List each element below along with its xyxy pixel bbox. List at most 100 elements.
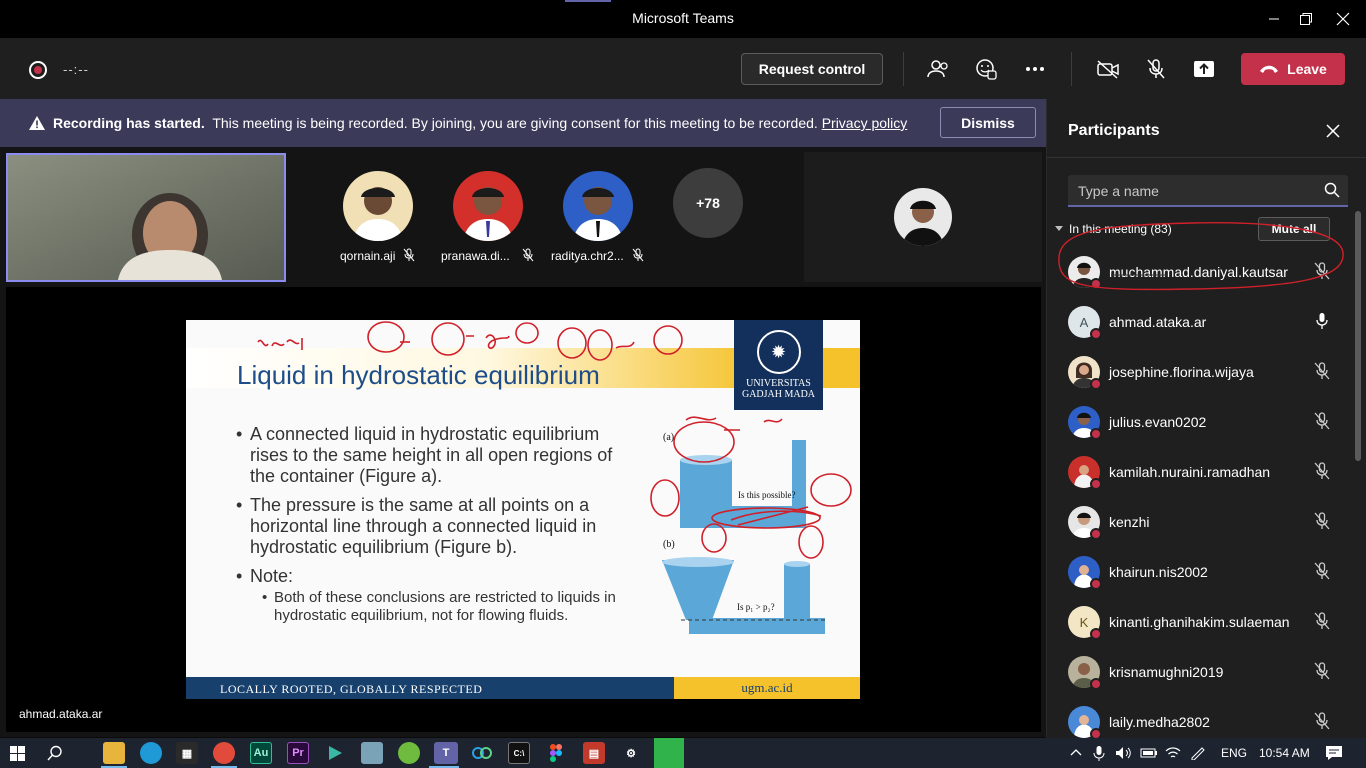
file-explorer-icon[interactable] <box>103 742 125 764</box>
mic-off-icon <box>1314 512 1330 530</box>
people-icon <box>927 60 948 78</box>
participant-search[interactable] <box>1068 175 1348 207</box>
utorrent-icon[interactable] <box>398 742 420 764</box>
participant-video-tile[interactable] <box>804 152 1042 282</box>
participant-row[interactable]: A ahmad.ataka.ar <box>1047 297 1353 347</box>
panel-divider <box>1047 157 1366 158</box>
battery-icon[interactable] <box>1140 747 1158 759</box>
settings-icon[interactable]: ⚙ <box>620 742 642 764</box>
search-icon[interactable] <box>1324 182 1340 198</box>
show-participants-button[interactable] <box>922 53 954 85</box>
terminal-icon[interactable]: C:\ <box>508 742 530 764</box>
webex-icon[interactable] <box>471 742 493 764</box>
avatar-photo <box>902 200 944 246</box>
participant-name: khairun.nis2002 <box>1109 564 1208 580</box>
more-participants-button[interactable]: +78 <box>673 168 743 238</box>
mic-off-icon <box>632 248 644 262</box>
request-control-button[interactable]: Request control <box>741 53 883 85</box>
wifi-icon[interactable] <box>1165 746 1181 760</box>
volume-icon[interactable] <box>1115 746 1133 760</box>
hang-up-icon <box>1260 65 1279 73</box>
recording-consent-text: This meeting is being recorded. By joini… <box>212 115 818 131</box>
participant-avatar <box>894 188 952 246</box>
close-window-button[interactable] <box>1320 0 1366 38</box>
participants-panel: Participants In this meeting (83) Mute a… <box>1046 99 1366 740</box>
chrome-icon[interactable] <box>213 742 235 764</box>
mic-off-icon <box>1314 662 1330 680</box>
reactions-button[interactable] <box>970 53 1002 85</box>
speaker-video[interactable] <box>6 153 286 282</box>
participant-row[interactable]: josephine.florina.wijaya <box>1047 347 1353 397</box>
participant-avatar[interactable] <box>453 171 523 241</box>
participant-name: kenzhi <box>1109 514 1150 530</box>
presence-status <box>1090 478 1102 490</box>
share-tray-icon <box>1194 61 1214 77</box>
participant-name: qornain.aji <box>340 249 396 263</box>
windows-taskbar: ▦ Au Pr T C:\ ▤ ⚙ ENG 10:54 AM <box>0 738 1366 768</box>
figma-icon[interactable] <box>545 742 567 764</box>
notes-icon[interactable] <box>361 742 383 764</box>
camera-toggle-button[interactable] <box>1092 53 1124 85</box>
close-icon <box>1336 12 1350 26</box>
participant-avatar[interactable] <box>563 171 633 241</box>
title-bar: Microsoft Teams <box>0 0 1366 38</box>
mic-off-icon <box>1314 562 1330 580</box>
search-icon[interactable] <box>47 745 63 761</box>
presence-status <box>1090 528 1102 540</box>
participant-list-scrollbar[interactable] <box>1355 211 1361 461</box>
presence-status <box>1090 628 1102 640</box>
participant-row[interactable]: khairun.nis2002 <box>1047 547 1353 597</box>
presence-status <box>1090 428 1102 440</box>
mic-off-icon <box>1314 712 1330 730</box>
meeting-toolbar: --:-- Request control Leave <box>0 38 1366 124</box>
chevron-up-icon[interactable] <box>1070 748 1082 756</box>
participant-row[interactable]: julius.evan0202 <box>1047 397 1353 447</box>
participant-list: muchammad.daniyal.kautsar A ahmad.ataka.… <box>1047 247 1353 747</box>
recording-message: Recording has started. This meeting is b… <box>53 115 907 131</box>
audition-icon[interactable]: Au <box>250 742 272 764</box>
reactions-icon <box>976 59 997 80</box>
winrar-icon[interactable]: ▤ <box>583 742 605 764</box>
participant-name: krisnamughni2019 <box>1109 664 1224 680</box>
mic-off-icon <box>1314 412 1330 430</box>
more-actions-button[interactable] <box>1019 53 1051 85</box>
system-clock[interactable]: 10:54 AM <box>1259 746 1310 760</box>
mic-off-icon <box>1314 612 1330 630</box>
leave-button[interactable]: Leave <box>1241 53 1345 85</box>
participant-name: julius.evan0202 <box>1109 414 1207 430</box>
ink-annotations <box>257 321 852 559</box>
presence-status <box>1090 578 1102 590</box>
pen-icon[interactable] <box>1190 746 1206 760</box>
participant-row[interactable]: krisnamughni2019 <box>1047 647 1353 697</box>
avatar-photo <box>353 187 403 241</box>
line-icon[interactable] <box>654 738 684 768</box>
notifications-icon[interactable] <box>1325 745 1343 761</box>
media-player-icon[interactable] <box>324 742 346 764</box>
teams-icon[interactable]: T <box>434 742 458 764</box>
close-panel-icon[interactable] <box>1323 121 1343 141</box>
share-content-button[interactable] <box>1188 53 1220 85</box>
slide-footer-url: ugm.ac.id <box>674 677 860 699</box>
privacy-policy-link[interactable]: Privacy policy <box>822 115 908 131</box>
input-language[interactable]: ENG <box>1221 746 1247 760</box>
dismiss-button[interactable]: Dismiss <box>940 107 1036 138</box>
participant-name: kamilah.nuraini.ramadhan <box>1109 464 1271 480</box>
participant-row[interactable]: kamilah.nuraini.ramadhan <box>1047 447 1353 497</box>
microphone-icon[interactable] <box>1093 745 1105 761</box>
participant-row[interactable]: K kinanti.ghanihakim.sulaeman <box>1047 597 1353 647</box>
store-icon[interactable]: ▦ <box>176 742 198 764</box>
windows-start-icon[interactable] <box>10 746 25 761</box>
search-input[interactable] <box>1078 181 1308 201</box>
participant-avatar[interactable] <box>343 171 413 241</box>
active-indicator <box>565 0 611 2</box>
participant-row[interactable]: kenzhi <box>1047 497 1353 547</box>
mic-toggle-button[interactable] <box>1140 53 1172 85</box>
warning-icon <box>29 116 45 130</box>
mic-off-icon <box>1314 362 1330 380</box>
premiere-icon[interactable]: Pr <box>287 742 309 764</box>
recording-title: Recording has started. <box>53 115 205 131</box>
participant-name: raditya.chr2... <box>551 249 624 263</box>
presence-status <box>1090 678 1102 690</box>
presence-status <box>1090 328 1102 340</box>
edge-icon[interactable] <box>140 742 162 764</box>
